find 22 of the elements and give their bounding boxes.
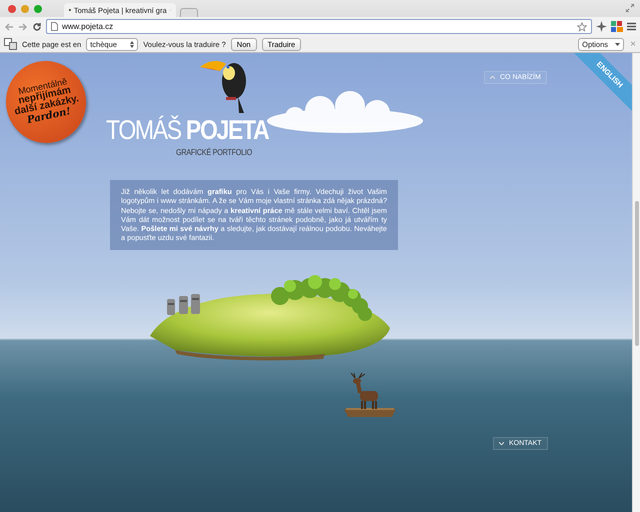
- back-arrow-icon[interactable]: [4, 22, 14, 32]
- extension-icon[interactable]: [611, 21, 623, 32]
- page-icon: [51, 22, 58, 31]
- reload-icon[interactable]: [32, 22, 42, 32]
- updown-caret-icon: [130, 40, 134, 48]
- down-chevron-icon: [499, 442, 504, 445]
- minimize-window-icon[interactable]: [21, 4, 29, 12]
- caret-icon: [615, 42, 620, 46]
- zoom-window-icon[interactable]: [34, 4, 42, 12]
- site-logo: TOMÁŠ POJETA: [106, 117, 268, 144]
- scrollbar[interactable]: [632, 53, 640, 512]
- star-icon[interactable]: [577, 22, 587, 32]
- new-tab-button[interactable]: [180, 8, 198, 17]
- address-field[interactable]: www.pojeta.cz: [46, 19, 592, 34]
- forward-arrow-icon[interactable]: [18, 22, 28, 32]
- logo-subtitle: GRAFICKÉ PORTFOLIO: [176, 147, 252, 157]
- menu-icon[interactable]: [627, 22, 636, 31]
- translate-icon: [4, 38, 17, 50]
- close-window-icon[interactable]: [8, 4, 16, 12]
- scrollbar-thumb[interactable]: [635, 201, 639, 346]
- up-chevron-icon: [490, 76, 495, 79]
- fullscreen-icon[interactable]: [626, 4, 634, 12]
